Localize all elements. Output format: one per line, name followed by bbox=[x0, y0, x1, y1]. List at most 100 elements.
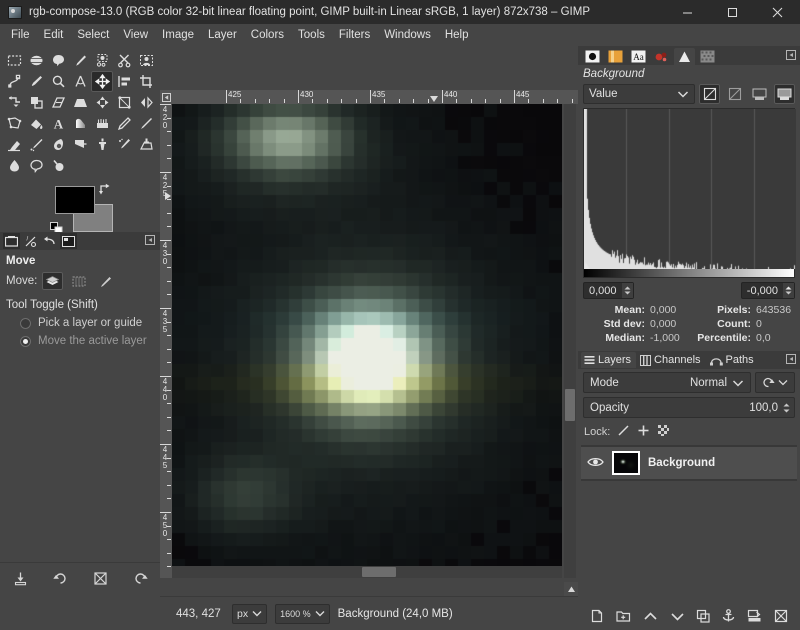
bucket-fill-tool[interactable] bbox=[25, 113, 47, 134]
delete-layer-button[interactable] bbox=[774, 609, 788, 626]
menu-layer[interactable]: Layer bbox=[201, 26, 244, 44]
menu-edit[interactable]: Edit bbox=[37, 26, 71, 44]
brushes-tab[interactable] bbox=[582, 48, 603, 65]
pointer-tab[interactable] bbox=[41, 233, 58, 249]
histogram-full-button[interactable] bbox=[774, 84, 795, 104]
layer-visibility-eye-icon[interactable] bbox=[587, 456, 604, 471]
new-layer-button[interactable] bbox=[590, 609, 604, 626]
merge-down-button[interactable] bbox=[747, 609, 762, 626]
select-by-color-tool[interactable] bbox=[91, 50, 113, 71]
table-row[interactable]: Background bbox=[581, 447, 797, 479]
raise-layer-button[interactable] bbox=[643, 610, 658, 626]
horizontal-scroll-thumb[interactable] bbox=[362, 567, 396, 577]
unified-transform-tool[interactable] bbox=[91, 92, 113, 113]
radio-pick-layer-or-guide[interactable]: Pick a layer or guide bbox=[6, 317, 154, 329]
vertical-scroll-thumb[interactable] bbox=[565, 389, 575, 421]
histogram-range-high[interactable]: -0,000 bbox=[740, 282, 795, 299]
logarithmic-histogram-button[interactable] bbox=[724, 84, 745, 104]
crop-tool[interactable] bbox=[135, 71, 157, 92]
histogram-channel-select[interactable]: Value bbox=[583, 84, 695, 104]
unit-selector[interactable]: px bbox=[232, 603, 268, 624]
zoom-selector[interactable]: 1600 % bbox=[275, 603, 330, 624]
range-low-spinner[interactable] bbox=[621, 283, 633, 298]
reset-tool-options-button[interactable] bbox=[133, 571, 148, 589]
linear-histogram-button[interactable] bbox=[699, 84, 720, 104]
new-layer-group-button[interactable] bbox=[616, 609, 631, 626]
handle-transform-tool[interactable] bbox=[113, 92, 135, 113]
range-high-spinner[interactable] bbox=[783, 283, 794, 298]
layer-thumbnail[interactable] bbox=[612, 451, 640, 475]
pointer-tab[interactable] bbox=[697, 48, 718, 65]
menu-help[interactable]: Help bbox=[438, 26, 476, 44]
menu-tools[interactable]: Tools bbox=[291, 26, 332, 44]
foreground-color-swatch[interactable] bbox=[55, 186, 95, 214]
tab-layers[interactable]: Layers bbox=[581, 352, 637, 368]
configure-layers-tab-icon[interactable] bbox=[786, 353, 796, 367]
menu-view[interactable]: View bbox=[116, 26, 155, 44]
gradient-tool[interactable] bbox=[69, 113, 91, 134]
lock-pixels-button[interactable] bbox=[617, 424, 630, 440]
foreground-select-tool[interactable] bbox=[135, 50, 157, 71]
warp-transform-tool[interactable] bbox=[91, 113, 113, 134]
blur-sharpen-tool[interactable] bbox=[3, 155, 25, 176]
lock-position-button[interactable] bbox=[637, 424, 650, 440]
menu-image[interactable]: Image bbox=[155, 26, 201, 44]
airbrush-tool[interactable] bbox=[25, 134, 47, 155]
paths-tool[interactable] bbox=[3, 71, 25, 92]
patterns-tab[interactable] bbox=[605, 48, 626, 65]
duplicate-layer-button[interactable] bbox=[696, 609, 711, 626]
close-button[interactable] bbox=[755, 0, 800, 24]
image-canvas[interactable] bbox=[172, 104, 562, 578]
tab-paths[interactable]: Paths bbox=[707, 352, 759, 368]
move-selection-mode-button[interactable] bbox=[68, 272, 89, 290]
layer-opacity-slider[interactable]: Opacity 100,0 bbox=[583, 397, 795, 418]
move-layer-mode-button[interactable] bbox=[42, 272, 64, 290]
flip-tool[interactable] bbox=[135, 92, 157, 113]
radio-move-active-layer[interactable]: Move the active layer bbox=[6, 335, 154, 347]
smudge-tool[interactable] bbox=[25, 155, 47, 176]
histogram-tab[interactable] bbox=[674, 48, 695, 65]
tab-channels[interactable]: Channels bbox=[637, 352, 705, 368]
paintbrush-tool[interactable] bbox=[135, 113, 157, 134]
menu-windows[interactable]: Windows bbox=[377, 26, 438, 44]
restore-tool-preset-button[interactable] bbox=[52, 571, 68, 589]
minimize-button[interactable] bbox=[665, 0, 710, 24]
zoom-tool[interactable] bbox=[47, 71, 69, 92]
text-tool[interactable]: A bbox=[47, 113, 69, 134]
free-select-tool[interactable] bbox=[47, 50, 69, 71]
navigation-preview-icon[interactable] bbox=[564, 582, 578, 596]
cage-transform-tool[interactable] bbox=[3, 113, 25, 134]
rotate-tool[interactable] bbox=[3, 92, 25, 113]
menu-select[interactable]: Select bbox=[70, 26, 116, 44]
mypaint-brush-tool[interactable] bbox=[69, 134, 91, 155]
anchor-layer-button[interactable] bbox=[722, 609, 735, 626]
configure-tab-icon[interactable] bbox=[145, 234, 155, 248]
clone-tool[interactable] bbox=[91, 134, 113, 155]
color-picker-tool[interactable] bbox=[25, 71, 47, 92]
document-history-tab[interactable] bbox=[651, 48, 672, 65]
layer-mode-select[interactable]: Mode Normal bbox=[583, 372, 751, 393]
menu-file[interactable]: File bbox=[4, 26, 37, 44]
swap-colors-icon[interactable] bbox=[98, 182, 111, 198]
measure-tool[interactable] bbox=[69, 71, 91, 92]
configure-dock-tab-icon[interactable] bbox=[786, 50, 796, 65]
fonts-tab[interactable]: Aa bbox=[628, 48, 649, 65]
shear-tool[interactable] bbox=[47, 92, 69, 113]
fuzzy-select-tool[interactable] bbox=[69, 50, 91, 71]
scale-tool[interactable] bbox=[25, 92, 47, 113]
menu-colors[interactable]: Colors bbox=[244, 26, 291, 44]
delete-tool-preset-button[interactable] bbox=[93, 571, 108, 589]
move-path-mode-button[interactable] bbox=[94, 272, 115, 290]
menu-filters[interactable]: Filters bbox=[332, 26, 377, 44]
ellipse-select-tool[interactable] bbox=[25, 50, 47, 71]
save-tool-preset-button[interactable] bbox=[13, 571, 28, 589]
maximize-button[interactable] bbox=[710, 0, 755, 24]
histogram-range-low[interactable]: 0,000 bbox=[583, 282, 634, 299]
ink-tool[interactable] bbox=[47, 134, 69, 155]
dodge-burn-tool[interactable] bbox=[47, 155, 69, 176]
lock-alpha-button[interactable] bbox=[657, 424, 670, 440]
rectangle-select-tool[interactable] bbox=[3, 50, 25, 71]
composite-mode-select[interactable] bbox=[755, 372, 795, 393]
canvas-horizontal-scrollbar[interactable] bbox=[172, 566, 562, 578]
perspective-clone-tool[interactable] bbox=[135, 134, 157, 155]
